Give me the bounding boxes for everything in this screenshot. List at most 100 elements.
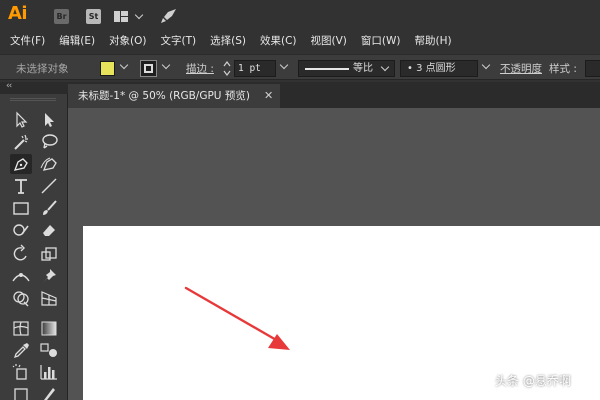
panel-grip[interactable] bbox=[10, 98, 56, 101]
symbol-sprayer-tool[interactable] bbox=[10, 362, 32, 382]
rectangle-tool[interactable] bbox=[10, 198, 32, 218]
paintbrush-icon bbox=[43, 200, 57, 215]
style-label: 样式 : bbox=[549, 63, 577, 75]
graphic-style-swatch[interactable] bbox=[585, 60, 600, 77]
watermark: 头条 @悬乔啊 bbox=[495, 374, 571, 388]
curvature-tool[interactable] bbox=[38, 154, 60, 174]
menu-edit[interactable]: 编辑(E) bbox=[59, 32, 95, 52]
direct-selection-arrow-icon bbox=[45, 113, 54, 127]
column-graph-tool[interactable] bbox=[38, 362, 60, 382]
brush-chevron-down-icon[interactable] bbox=[481, 60, 491, 70]
selection-arrow-icon bbox=[16, 111, 28, 128]
menu-window[interactable]: 窗口(W) bbox=[361, 32, 401, 52]
close-icon[interactable]: ✕ bbox=[264, 84, 273, 108]
menu-object[interactable]: 对象(O) bbox=[109, 32, 146, 52]
pen-icon bbox=[13, 158, 28, 171]
mesh-tool[interactable] bbox=[10, 318, 32, 338]
menu-help[interactable]: 帮助(H) bbox=[415, 32, 452, 52]
chevron-down-icon bbox=[134, 10, 144, 20]
stock-button[interactable]: St bbox=[86, 9, 101, 24]
pushpin-icon bbox=[43, 269, 56, 283]
gradient-tool[interactable] bbox=[38, 318, 60, 338]
blend-tool[interactable] bbox=[38, 340, 60, 360]
tools-panel-header: ‹‹ bbox=[0, 81, 68, 94]
rotate-icon bbox=[13, 244, 27, 261]
stroke-weight-field[interactable]: 1 pt bbox=[234, 60, 276, 77]
shape-builder-tool[interactable] bbox=[10, 288, 32, 308]
menu-view[interactable]: 视图(V) bbox=[311, 32, 347, 52]
width-tool-icon bbox=[12, 273, 30, 282]
rectangle-icon bbox=[13, 202, 29, 215]
rotate-tool[interactable] bbox=[10, 244, 32, 264]
brush-definition-dropdown[interactable]: • 3 点圆形 bbox=[400, 60, 478, 77]
arrange-documents-icon bbox=[114, 11, 120, 22]
perspective-grid-tool[interactable] bbox=[38, 288, 60, 308]
menu-select[interactable]: 选择(S) bbox=[210, 32, 246, 52]
bridge-button[interactable]: Br bbox=[54, 9, 69, 24]
document-tab-title: 未标题-1* @ 50% (RGB/GPU 预览) bbox=[78, 90, 250, 102]
chevron-down-icon bbox=[380, 62, 390, 72]
artboard-tool[interactable] bbox=[10, 384, 32, 400]
scale-tool[interactable] bbox=[38, 244, 60, 264]
lasso-icon bbox=[42, 134, 58, 149]
menu-file[interactable]: 文件(F) bbox=[10, 32, 45, 52]
stroke-swatch[interactable] bbox=[140, 60, 157, 77]
width-tool[interactable] bbox=[10, 266, 32, 286]
arrange-documents-button[interactable] bbox=[114, 9, 146, 24]
fill-swatch[interactable] bbox=[100, 61, 115, 76]
menu-effect[interactable]: 效果(C) bbox=[260, 32, 297, 52]
title-bar: Ai Br St bbox=[0, 0, 600, 32]
eyedropper-tool[interactable] bbox=[10, 340, 32, 360]
stroke-profile-label: 等比 bbox=[353, 63, 373, 74]
blend-icon bbox=[40, 343, 57, 357]
lasso-tool[interactable] bbox=[38, 132, 60, 152]
artboard-icon bbox=[14, 388, 28, 400]
menu-type[interactable]: 文字(T) bbox=[161, 32, 197, 52]
eraser-icon bbox=[43, 225, 55, 236]
shaper-icon bbox=[13, 224, 29, 236]
document-tab-strip: 未标题-1* @ 50% (RGB/GPU 预览) ✕ bbox=[68, 82, 600, 108]
type-tool[interactable] bbox=[10, 176, 32, 196]
collapse-panel-icon[interactable]: ‹‹ bbox=[6, 81, 12, 91]
eraser-tool[interactable] bbox=[38, 220, 60, 240]
tools-panel bbox=[0, 94, 68, 400]
magic-wand-icon bbox=[14, 134, 28, 150]
column-graph-icon bbox=[40, 365, 57, 380]
menu-bar: 文件(F) 编辑(E) 对象(O) 文字(T) 选择(S) 效果(C) 视图(V… bbox=[0, 32, 600, 52]
selection-tool[interactable] bbox=[10, 110, 32, 130]
stroke-weight-stepper-icon[interactable] bbox=[222, 60, 232, 77]
magic-wand-tool[interactable] bbox=[10, 132, 32, 152]
curvature-pen-icon bbox=[40, 157, 57, 171]
document-tab[interactable]: 未标题-1* @ 50% (RGB/GPU 预览) ✕ bbox=[68, 84, 280, 108]
illustrator-logo: Ai bbox=[8, 3, 28, 24]
slice-knife-icon bbox=[44, 388, 55, 400]
scale-icon bbox=[41, 247, 57, 261]
mesh-icon bbox=[13, 321, 29, 336]
puppet-warp-tool[interactable] bbox=[38, 266, 60, 286]
stroke-label[interactable]: 描边 : bbox=[186, 61, 214, 76]
stroke-profile-preview bbox=[305, 68, 349, 70]
selection-status: 未选择对象 bbox=[16, 63, 69, 75]
type-t-icon bbox=[15, 179, 27, 194]
rocket-icon[interactable] bbox=[160, 8, 178, 24]
pen-tool[interactable] bbox=[10, 154, 32, 174]
stroke-chevron-down-icon[interactable] bbox=[161, 60, 171, 70]
gradient-icon bbox=[41, 321, 57, 336]
direct-selection-tool[interactable] bbox=[38, 110, 60, 130]
stroke-profile-dropdown[interactable]: 等比 bbox=[298, 60, 395, 77]
line-segment-icon bbox=[41, 178, 57, 194]
stroke-weight-chevron-down-icon[interactable] bbox=[279, 60, 289, 70]
opacity-label[interactable]: 不透明度 bbox=[500, 61, 542, 76]
control-bar: 未选择对象 描边 : 1 pt 等比 • 3 点圆形 不透明度 样式 : bbox=[0, 54, 600, 80]
line-segment-tool[interactable] bbox=[38, 176, 60, 196]
paintbrush-tool[interactable] bbox=[38, 198, 60, 218]
shaper-tool[interactable] bbox=[10, 220, 32, 240]
slice-tool[interactable] bbox=[38, 384, 60, 400]
canvas-area[interactable] bbox=[68, 108, 600, 400]
symbol-sprayer-icon bbox=[12, 364, 27, 380]
annotation-arrow-icon bbox=[184, 286, 290, 350]
fill-chevron-down-icon[interactable] bbox=[119, 60, 129, 70]
shape-builder-icon bbox=[13, 291, 29, 307]
eyedropper-icon bbox=[13, 343, 29, 359]
perspective-grid-icon bbox=[41, 291, 57, 306]
